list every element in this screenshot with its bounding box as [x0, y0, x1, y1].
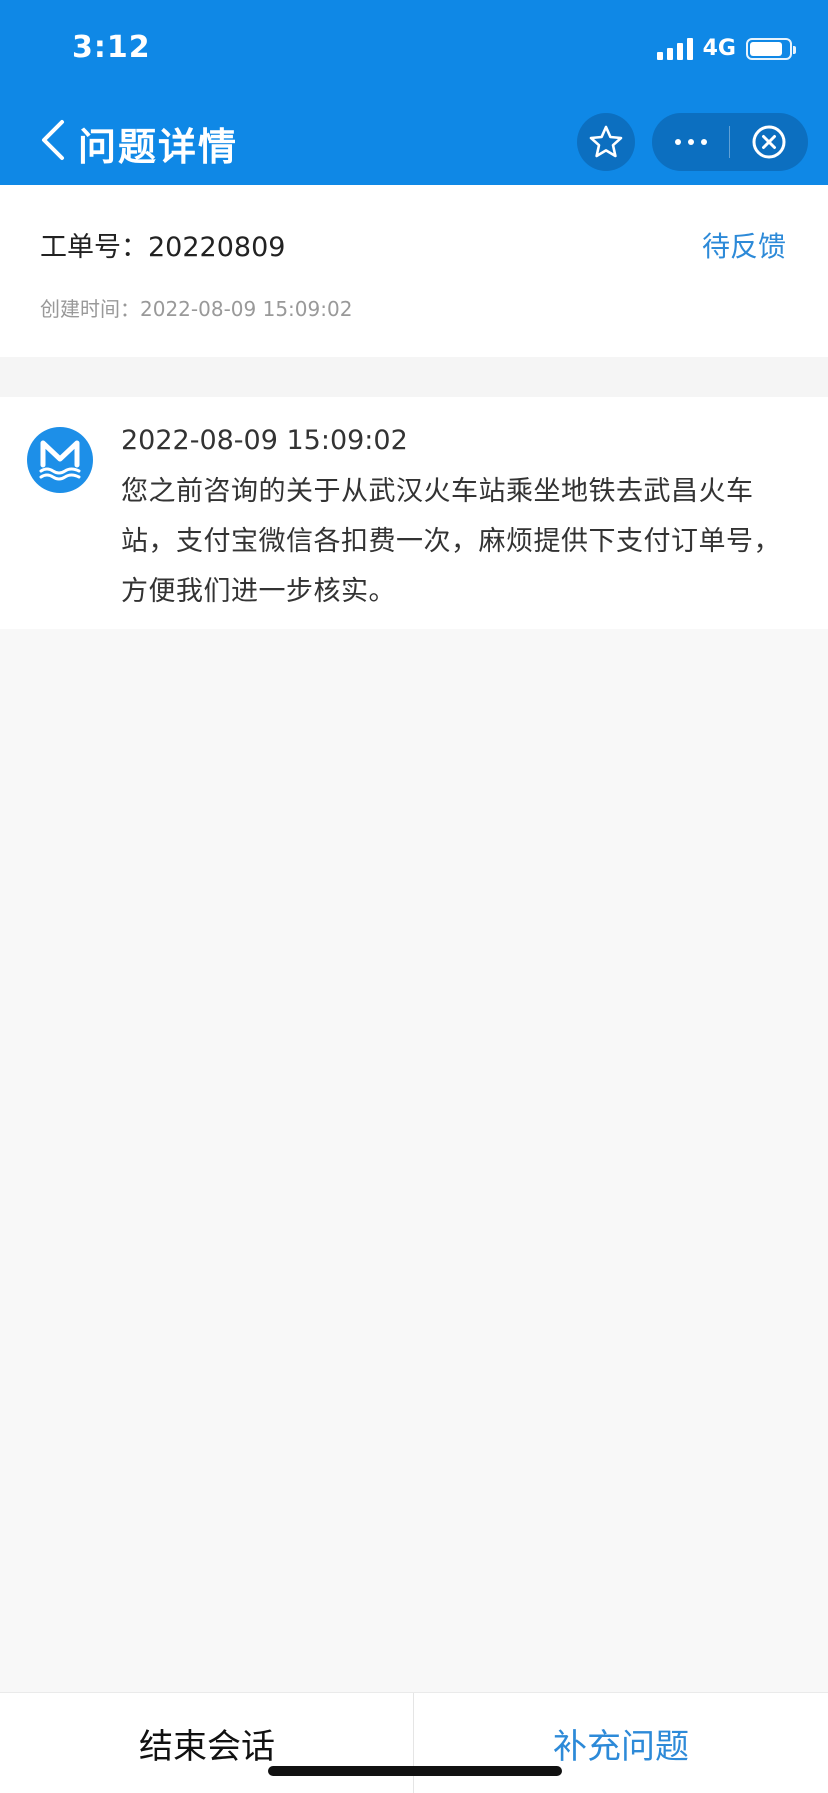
message-text: 您之前咨询的关于从武汉火车站乘坐地铁去武昌火车站，支付宝微信各扣费一次，麻烦提供…	[121, 476, 781, 607]
more-dots-icon[interactable]	[652, 113, 729, 171]
battery-icon	[746, 37, 796, 60]
created-value: 2022-08-09 15:09:02	[140, 297, 353, 321]
network-type: 4G	[702, 36, 736, 61]
ticket-number: 工单号：20220809	[40, 225, 285, 264]
battery-fill	[750, 41, 783, 56]
ticket-number-label: 工单号：	[40, 232, 148, 263]
chevron-left-icon[interactable]	[38, 118, 68, 162]
section-gap	[0, 357, 828, 397]
close-circle-icon[interactable]	[730, 113, 807, 171]
favorite-button[interactable]	[577, 113, 635, 171]
message-time: 2022-08-09 15:09:02	[121, 425, 408, 456]
ticket-created-time: 创建时间：2022-08-09 15:09:02	[40, 293, 352, 322]
created-label: 创建时间：	[40, 297, 140, 321]
status-badge: 待反馈	[701, 230, 786, 263]
top-bar: 3:12 4G 问题详情	[0, 0, 828, 185]
page-title: 问题详情	[78, 125, 239, 169]
avatar	[27, 427, 93, 493]
ticket-card: 工单号：20220809 待反馈 创建时间：2022-08-09 15:09:0…	[0, 185, 828, 357]
mini-program-capsule	[652, 113, 808, 171]
status-time: 3:12	[72, 30, 151, 65]
signal-icon	[656, 37, 693, 60]
star-icon	[589, 125, 623, 158]
home-indicator[interactable]	[268, 1766, 562, 1776]
end-session-button[interactable]: 结束会话	[0, 1693, 414, 1793]
metro-logo-icon	[39, 440, 81, 481]
ticket-number-value: 20220809	[148, 232, 286, 263]
status-indicators: 4G	[656, 36, 796, 61]
bottom-action-bar: 结束会话 补充问题	[0, 1692, 828, 1793]
supplement-question-button[interactable]: 补充问题	[414, 1693, 828, 1793]
